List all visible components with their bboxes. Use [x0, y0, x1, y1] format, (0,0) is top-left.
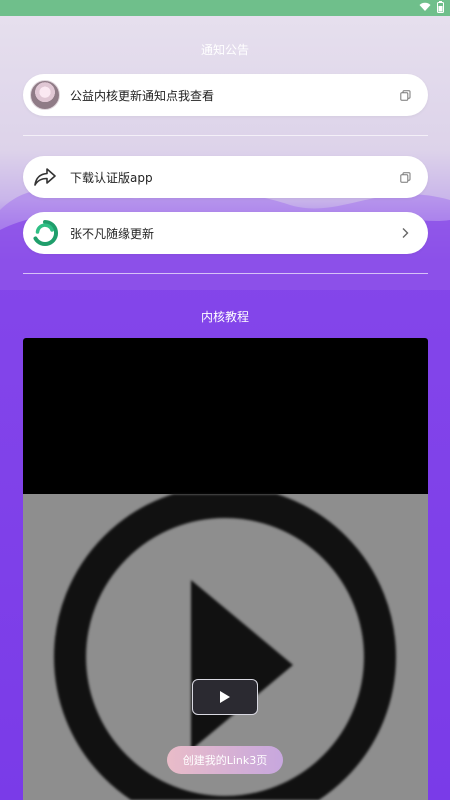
download-app-card[interactable]: 下载认证版app: [23, 156, 428, 198]
tutorial-section-title: 内核教程: [200, 310, 249, 324]
update-card[interactable]: 张不凡随缘更新: [23, 212, 428, 254]
chevron-right-icon[interactable]: [396, 224, 414, 242]
status-bar: [0, 0, 450, 16]
update-label: 张不凡随缘更新: [70, 226, 155, 241]
share-arrow-icon: [30, 162, 60, 192]
video-frame-top: [23, 338, 428, 494]
avatar: [30, 80, 60, 110]
video-player[interactable]: [23, 338, 428, 800]
announcement-card[interactable]: 公益内核更新通知点我查看: [23, 74, 428, 116]
divider: [23, 135, 428, 136]
copy-icon[interactable]: [396, 86, 414, 104]
logo-icon: [30, 218, 60, 248]
create-link3-button[interactable]: 创建我的Link3页: [167, 746, 283, 774]
announcement-label: 公益内核更新通知点我查看: [70, 88, 215, 103]
divider: [23, 273, 428, 274]
battery-icon: [437, 0, 444, 16]
download-app-label: 下载认证版app: [70, 170, 153, 185]
notice-section-title: 通知公告: [200, 43, 249, 57]
copy-icon[interactable]: [396, 168, 414, 186]
wifi-icon: [419, 2, 431, 15]
play-button[interactable]: [192, 679, 258, 715]
